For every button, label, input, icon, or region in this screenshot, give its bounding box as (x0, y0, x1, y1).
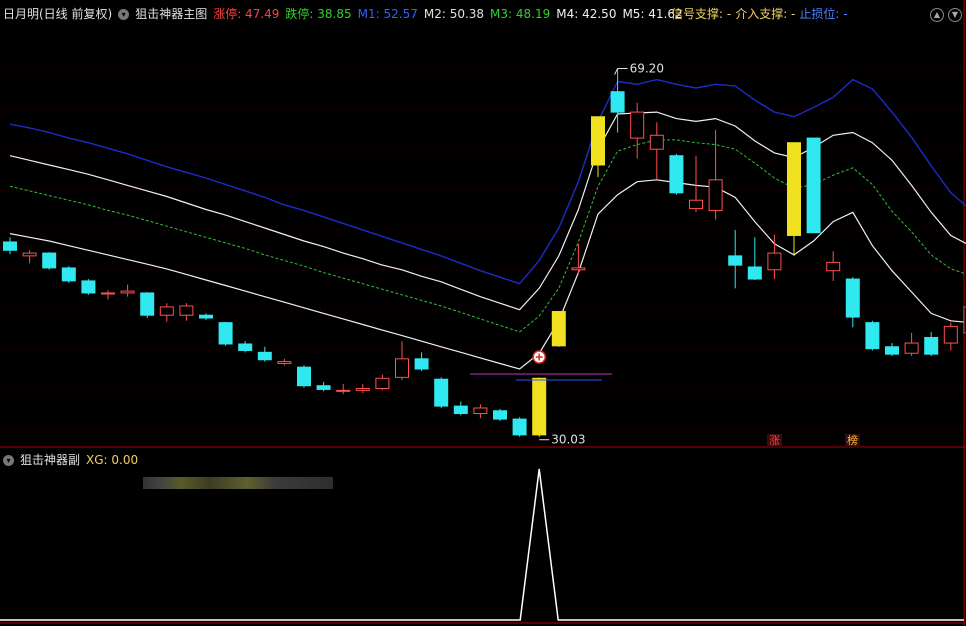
candle-body (826, 261, 841, 272)
candle-body (434, 378, 449, 407)
candle-body (120, 290, 135, 294)
candle-body (571, 267, 586, 271)
candle-body (885, 346, 899, 355)
candle-body (375, 377, 390, 389)
candle-body (924, 336, 939, 355)
candle-body (61, 267, 76, 282)
candle-body (551, 311, 566, 347)
candle-body (787, 142, 801, 236)
low-price-label: 30.03 (551, 433, 585, 447)
price-chart[interactable]: 69.20 30.03 (0, 0, 966, 626)
candle-body (101, 292, 115, 295)
candle-body (865, 322, 880, 350)
badge-bang: 榜 (845, 434, 860, 448)
candle-body (81, 280, 96, 294)
candle-body (649, 134, 664, 150)
candle-body (689, 199, 703, 210)
candle-body (512, 418, 527, 436)
candle-body (22, 252, 37, 257)
candle-body (297, 366, 311, 387)
candle-body (806, 137, 821, 234)
candle-body (708, 179, 723, 211)
candle-body (277, 361, 292, 364)
candle-body (218, 322, 233, 345)
candle-body (845, 278, 860, 318)
candle-body (943, 325, 958, 344)
candle-body (257, 351, 272, 361)
candle-body (336, 389, 351, 392)
candle-body (473, 407, 488, 415)
xg-signal-line (0, 468, 964, 621)
candle-body (159, 306, 174, 316)
candle-body (904, 342, 919, 354)
candle-body (140, 292, 155, 316)
candle-body (238, 343, 253, 351)
candle-body (453, 405, 468, 415)
candle-body (316, 385, 331, 390)
high-price-label: 69.20 (630, 62, 664, 76)
band-line-white_lo (9, 179, 966, 370)
band-line-white_hi (9, 111, 966, 311)
candle-body (747, 266, 762, 280)
candle-body (414, 358, 429, 370)
candle-body (728, 255, 743, 266)
candle-body (199, 314, 213, 319)
candle-body (179, 305, 194, 316)
candle-body (395, 358, 409, 378)
candle-body (355, 387, 370, 391)
candle-body (532, 377, 547, 436)
candle-body (767, 252, 782, 271)
candle-body (591, 116, 605, 166)
candle-body (42, 252, 57, 269)
candle-body (669, 155, 684, 194)
high-pointer (614, 68, 628, 75)
candle-body (610, 91, 625, 113)
candle-body (630, 111, 645, 139)
candle-body (493, 410, 507, 420)
candle-body (3, 241, 17, 251)
badge-zhang: 涨 (767, 434, 782, 448)
